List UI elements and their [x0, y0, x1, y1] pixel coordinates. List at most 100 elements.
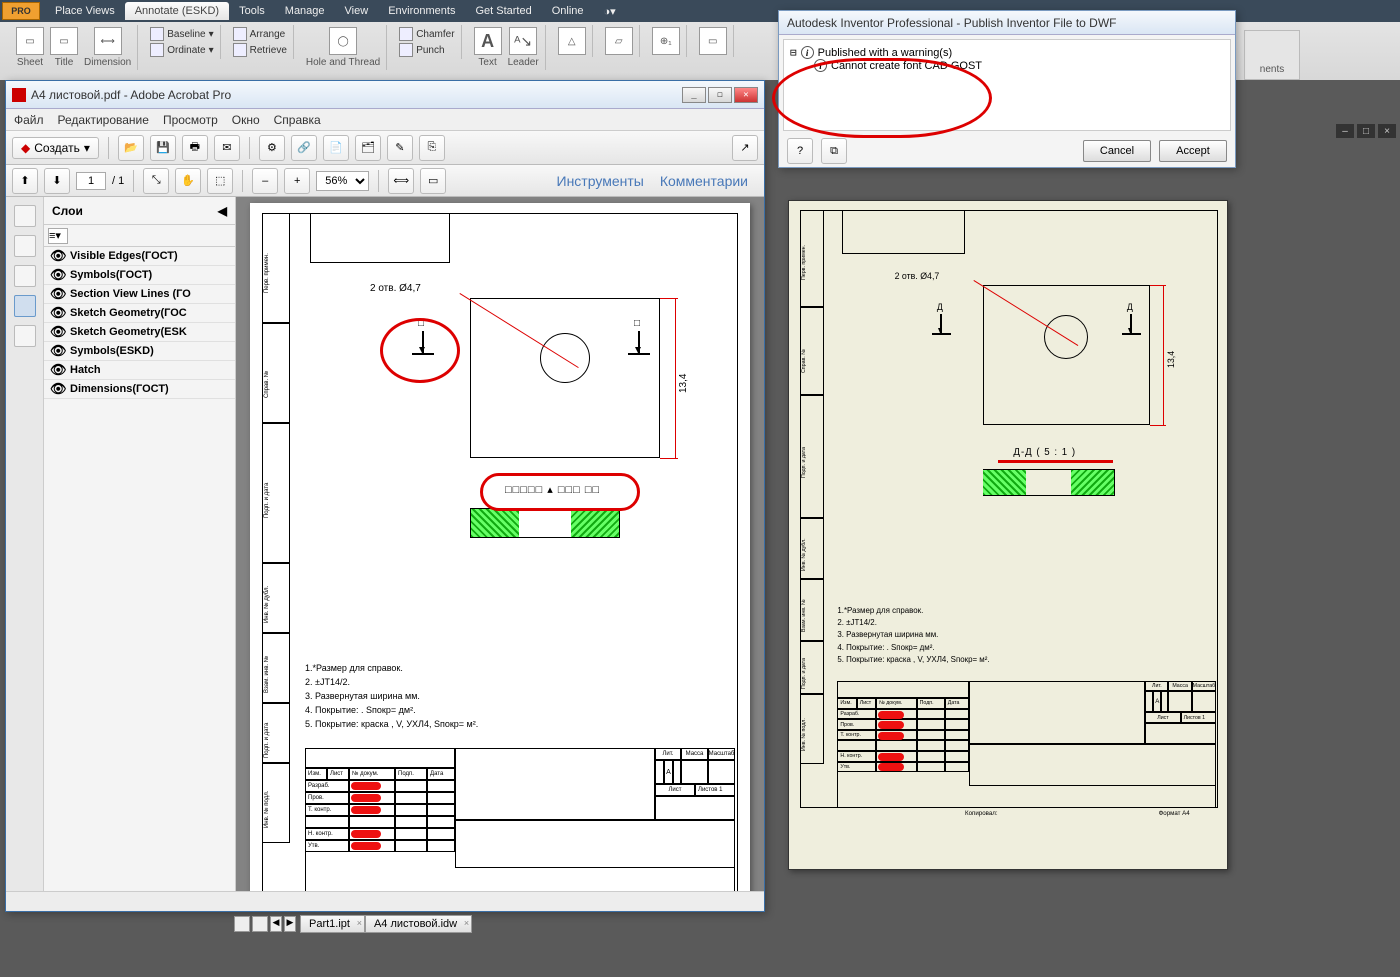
filetab-next-icon[interactable]: ▶: [284, 916, 296, 932]
stamp-icon[interactable]: 🗂: [355, 135, 381, 161]
dwf-help-icon[interactable]: ?: [787, 138, 813, 164]
eye-icon[interactable]: 👁: [50, 269, 64, 281]
ribbon-ordinate[interactable]: Ordinate ▾: [150, 43, 213, 57]
ribbon-hole[interactable]: ◯Hole and Thread: [306, 27, 380, 68]
bookmarks-icon[interactable]: [14, 235, 36, 257]
menu-help[interactable]: Справка: [274, 113, 321, 127]
page-up-icon[interactable]: ⬆: [12, 168, 38, 194]
zoom-in-icon[interactable]: +: [284, 168, 310, 194]
tab-online[interactable]: Online: [542, 2, 594, 20]
tab-view[interactable]: View: [335, 2, 379, 20]
eye-icon[interactable]: 👁: [50, 326, 64, 338]
note-line: 1.*Размер для справок.: [837, 606, 923, 615]
link-icon[interactable]: 🔗: [291, 135, 317, 161]
filetab-prev-icon[interactable]: ◀: [270, 916, 282, 932]
mail-icon[interactable]: ✉: [214, 135, 240, 161]
dwf-warning-root[interactable]: ⊟iPublished with a warning(s): [790, 46, 1224, 59]
ribbon-title[interactable]: ▭Title: [50, 27, 78, 68]
expand-icon[interactable]: ↗: [732, 135, 758, 161]
ribbon-dimension[interactable]: ⟷Dimension: [84, 27, 131, 68]
acro-min-button[interactable]: _: [682, 87, 706, 103]
acro-close-button[interactable]: ✕: [734, 87, 758, 103]
layer-row[interactable]: 👁Dimensions(ГОСТ): [44, 380, 235, 399]
eye-icon[interactable]: 👁: [50, 364, 64, 376]
layer-row[interactable]: 👁Symbols(ESKD): [44, 342, 235, 361]
hand-icon[interactable]: ✋: [175, 168, 201, 194]
menu-file[interactable]: Файл: [14, 113, 44, 127]
ribbon-arrange[interactable]: Arrange: [233, 27, 287, 41]
layers-icon[interactable]: [14, 295, 36, 317]
acrobat-canvas[interactable]: Перв. примен.Справ. №Подп. и датаИнв. № …: [236, 197, 764, 891]
filetab-a4[interactable]: А4 листовой.idw×: [365, 915, 472, 933]
gear-icon[interactable]: ⚙: [259, 135, 285, 161]
zoom-select[interactable]: 56%: [316, 171, 369, 191]
comments-tab[interactable]: Комментарии: [660, 173, 748, 189]
menu-window[interactable]: Окно: [232, 113, 260, 127]
doc-icon[interactable]: 📄: [323, 135, 349, 161]
misc-icon[interactable]: ⎘: [419, 135, 445, 161]
page-number-input[interactable]: [76, 172, 106, 190]
layer-row[interactable]: 👁Section View Lines (ГО: [44, 285, 235, 304]
tab-extra-icon[interactable]: ◑▾: [594, 2, 626, 21]
doc-max[interactable]: □: [1357, 124, 1375, 138]
tab-annotate[interactable]: Annotate (ESKD): [125, 2, 229, 20]
eye-icon[interactable]: 👁: [50, 383, 64, 395]
dwf-accept-button[interactable]: Accept: [1159, 140, 1227, 162]
close-icon[interactable]: ×: [464, 918, 469, 928]
tab-tools[interactable]: Tools: [229, 2, 275, 20]
layer-row[interactable]: 👁Symbols(ГОСТ): [44, 266, 235, 285]
close-icon[interactable]: ×: [357, 918, 362, 928]
filetab-icon[interactable]: [252, 916, 268, 932]
menu-view[interactable]: Просмотр: [163, 113, 218, 127]
layer-row[interactable]: 👁Hatch: [44, 361, 235, 380]
dwf-cancel-button[interactable]: Cancel: [1083, 140, 1151, 162]
dwf-preview[interactable]: Перв. примен.Справ. №Подп. и датаИнв. № …: [788, 200, 1228, 870]
open-icon[interactable]: 📂: [118, 135, 144, 161]
fit-page-icon[interactable]: ▭: [420, 168, 446, 194]
zoom-out-icon[interactable]: –: [252, 168, 278, 194]
eye-icon[interactable]: 👁: [50, 345, 64, 357]
ribbon-leader[interactable]: ᴬ↘Leader: [508, 27, 539, 68]
tools-tab[interactable]: Инструменты: [557, 173, 644, 189]
eye-icon[interactable]: 👁: [50, 250, 64, 262]
ribbon-retrieve[interactable]: Retrieve: [233, 43, 287, 57]
ribbon-misc3[interactable]: ⊕₁: [652, 27, 680, 55]
doc-min[interactable]: –: [1336, 124, 1354, 138]
ribbon-sheet[interactable]: ▭Sheet: [16, 27, 44, 68]
layers-collapse-icon[interactable]: ◀: [218, 204, 227, 218]
filetab-part1[interactable]: Part1.ipt×: [300, 915, 365, 933]
tab-environments[interactable]: Environments: [378, 2, 465, 20]
tab-getstarted[interactable]: Get Started: [465, 2, 541, 20]
sign-icon[interactable]: ✎: [387, 135, 413, 161]
signatures-icon[interactable]: [14, 325, 36, 347]
filetab-icon[interactable]: [234, 916, 250, 932]
tab-place-views[interactable]: Place Views: [45, 2, 125, 20]
ribbon-misc4[interactable]: ▭: [699, 27, 727, 55]
print-icon[interactable]: 🖶: [182, 135, 208, 161]
marquee-icon[interactable]: ⬚: [207, 168, 233, 194]
create-button[interactable]: ◆Создать ▾: [12, 137, 99, 159]
layers-options-icon[interactable]: ≡▾: [48, 228, 68, 244]
ribbon-misc2[interactable]: ▱: [605, 27, 633, 55]
thumbnails-icon[interactable]: [14, 205, 36, 227]
ribbon-chamfer[interactable]: Chamfer: [399, 27, 454, 41]
eye-icon[interactable]: 👁: [50, 307, 64, 319]
eye-icon[interactable]: 👁: [50, 288, 64, 300]
tab-manage[interactable]: Manage: [275, 2, 335, 20]
ribbon-baseline[interactable]: Baseline ▾: [150, 27, 213, 41]
dwf-copy-icon[interactable]: ⧉: [821, 138, 847, 164]
doc-close[interactable]: ×: [1378, 124, 1396, 138]
attachments-icon[interactable]: [14, 265, 36, 287]
menu-edit[interactable]: Редактирование: [58, 113, 149, 127]
layer-row[interactable]: 👁Visible Edges(ГОСТ): [44, 247, 235, 266]
page-down-icon[interactable]: ⬇: [44, 168, 70, 194]
ribbon-punch[interactable]: Punch: [399, 43, 454, 57]
layer-row[interactable]: 👁Sketch Geometry(ГОС: [44, 304, 235, 323]
acro-max-button[interactable]: ☐: [708, 87, 732, 103]
select-icon[interactable]: ⤡: [143, 168, 169, 194]
fit-width-icon[interactable]: ⟺: [388, 168, 414, 194]
layer-row[interactable]: 👁Sketch Geometry(ESK: [44, 323, 235, 342]
ribbon-text[interactable]: AText: [474, 27, 502, 68]
ribbon-misc1[interactable]: △: [558, 27, 586, 55]
save-icon[interactable]: 💾: [150, 135, 176, 161]
